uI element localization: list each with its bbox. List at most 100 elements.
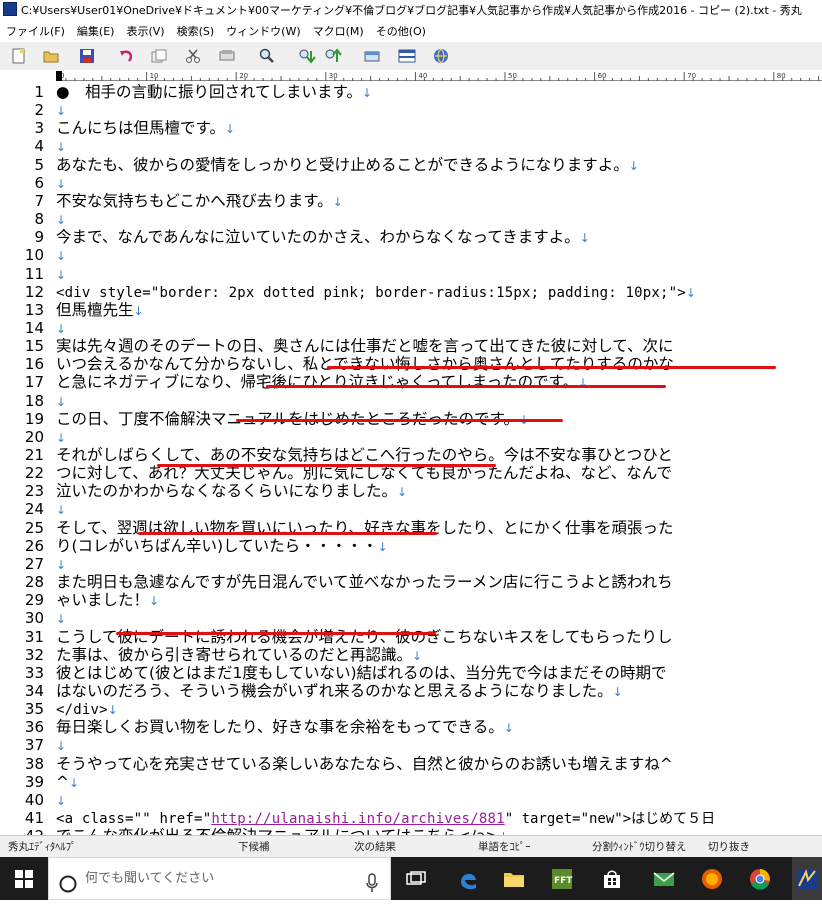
editor-line[interactable]: た事は、彼から引き寄せられているのだと再認識。↓ — [56, 646, 422, 664]
editor-line[interactable]: ↓ — [56, 609, 66, 627]
editor-line[interactable]: ↓ — [56, 101, 66, 119]
line-text: こんにちは但馬檀です。 — [56, 119, 225, 138]
taskbar-search-input[interactable]: 何でも聞いてください — [48, 857, 391, 900]
editor-line[interactable]: 実は先々週のそのデートの日、奥さんには仕事だと嘘を言って出てきた彼に対して、次に — [56, 337, 674, 355]
editor-line[interactable]: ↓ — [56, 210, 66, 228]
menu-window[interactable]: ウィンドウ(W) — [220, 22, 306, 42]
editor-line[interactable]: ↓ — [56, 265, 66, 283]
status-cut[interactable]: 切り抜き — [708, 836, 750, 858]
menu-edit[interactable]: 編集(E) — [71, 22, 121, 42]
line-text: り(コレがいちばん辛い)していたら・・・・・ — [56, 536, 378, 555]
ruler-label: 30 — [329, 72, 338, 80]
cortana-circle-icon — [59, 869, 77, 910]
menu-search[interactable]: 検索(S) — [171, 22, 221, 42]
editor-line[interactable]: それがしばらくして、あの不安な気持ちはどこへ行ったのやら。今は不安な事ひとつひと — [56, 446, 673, 464]
hidemaru-app-icon — [3, 2, 17, 16]
hyperlink[interactable]: http://ulanaishi.info/archives/881 — [211, 811, 504, 827]
status-split-window[interactable]: 分割ｳｨﾝﾄﾞｳ切り替え — [592, 836, 687, 858]
cut-icon[interactable] — [184, 47, 202, 65]
hidemaru-taskbar-icon[interactable] — [792, 857, 822, 900]
file-explorer-icon[interactable] — [500, 865, 528, 893]
search-next-icon[interactable] — [324, 47, 342, 65]
cursor-column-marker — [56, 71, 62, 81]
microphone-icon[interactable] — [366, 869, 378, 910]
editor-line[interactable]: また明日も急遽なんですが先日混んでいて並べなかったラーメン店に行こうよと誘われち — [56, 573, 673, 591]
menu-macro[interactable]: マクロ(M) — [307, 22, 370, 42]
editor-line[interactable]: そうやって心を充実させている楽しいあなたなら、自然と彼からのお誘いも増えますね^ — [56, 755, 673, 773]
editor-line[interactable]: ↓ — [56, 555, 66, 573]
open-folder-icon[interactable] — [42, 47, 60, 65]
status-next-candidate[interactable]: 下候補 — [238, 836, 270, 858]
editor-line[interactable]: 但馬檀先生↓ — [56, 301, 144, 319]
editor-line[interactable]: </div>↓ — [56, 700, 118, 718]
editor-line[interactable]: ^↓ — [56, 773, 79, 791]
paste-icon[interactable] — [218, 47, 236, 65]
editor-line[interactable]: いつ会えるかなんて分からないし、私とできない悔しさから奥さんとしてたりするのかな — [56, 355, 674, 373]
line-break-icon: ↓ — [503, 721, 514, 736]
line-number: 15 — [24, 337, 44, 356]
edge-browser-icon[interactable] — [454, 865, 482, 893]
editor-line[interactable]: ↓ — [56, 392, 66, 410]
editor-line[interactable]: はないのだろう、そういう機会がいずれ来るのかなと思えるようになりました。↓ — [56, 682, 623, 700]
menu-file[interactable]: ファイル(F) — [0, 22, 71, 42]
editor-line[interactable]: ● 相手の言動に振り回されてしまいます。↓ — [56, 83, 372, 101]
status-next-result[interactable]: 次の結果 — [354, 836, 396, 858]
editor-line[interactable]: ゃいました！↓ — [56, 591, 159, 609]
editor-line[interactable]: ↓ — [56, 428, 66, 446]
line-number: 11 — [24, 264, 44, 283]
status-copy-word[interactable]: 単語をｺﾋﾟｰ — [478, 836, 531, 858]
ftp-client-icon[interactable]: FFTP — [548, 865, 576, 893]
editor-line[interactable]: でこんな変化が出る不倫解決マニュアルについてはこちら</a>↓ — [56, 827, 509, 835]
save-icon[interactable] — [78, 47, 96, 65]
line-number: 16 — [24, 355, 44, 374]
line-break-icon: ↓ — [56, 557, 67, 572]
editor-line[interactable]: ↓ — [56, 246, 66, 264]
line-number: 6 — [34, 173, 44, 192]
editor-line[interactable]: ↓ — [56, 137, 66, 155]
editor-line[interactable]: 不安な気持ちもどこかへ飛び去ります。↓ — [56, 192, 343, 210]
web-browser-icon[interactable] — [432, 47, 450, 65]
line-text: 泣いたのかわからなくなるくらいになりました。 — [56, 482, 398, 501]
red-underline-annotation — [116, 632, 436, 635]
text-editor[interactable]: ● 相手の言動に振り回されてしまいます。↓ ↓ こんにちは但馬檀です。↓ ↓ あなたも、… — [56, 82, 822, 835]
editor-line[interactable]: ↓ — [56, 174, 66, 192]
editor-line[interactable]: あなたも、彼からの愛情をしっかりと受け止めることができるようになりますよ。↓ — [56, 156, 639, 174]
editor-line[interactable]: 毎日楽しくお買い物をしたり、好きな事を余裕をもってできる。↓ — [56, 718, 514, 736]
editor-line[interactable]: 彼とはじめて(彼とはまだ1度もしていない)結ばれるのは、当分先で今はまだその時期… — [56, 664, 667, 682]
firefox-icon[interactable] — [698, 865, 726, 893]
line-number: 10 — [24, 246, 44, 265]
chrome-icon[interactable] — [746, 865, 774, 893]
status-help[interactable]: 秀丸ｴﾃﾞｨﾀﾍﾙﾌﾟ — [8, 836, 76, 858]
copy-icon[interactable] — [150, 47, 168, 65]
editor-line[interactable]: <div style="border: 2px dotted pink; bor… — [56, 283, 696, 301]
editor-line[interactable]: ↓ — [56, 319, 66, 337]
undo-icon[interactable] — [118, 47, 136, 65]
menu-other[interactable]: その他(O) — [370, 22, 432, 42]
line-text: でこんな変化が出る不倫解決マニュアルについてはこちら</a> — [56, 827, 498, 835]
editor-line[interactable]: <a class="" href="http://ulanaishi.info/… — [56, 809, 715, 827]
editor-line[interactable]: と急にネガティブになり、帰宅後にひとり泣きじゃくってしまったのです。↓ — [56, 373, 588, 391]
window-switch-icon[interactable] — [364, 47, 382, 65]
search-placeholder: 何でも聞いてください — [85, 871, 215, 886]
search-icon[interactable] — [258, 47, 276, 65]
line-break-icon: ↓ — [224, 122, 236, 137]
editor-line[interactable]: 今まで、なんであんなに泣いていたのかさえ、わからなくなってきますよ。↓ — [56, 228, 590, 246]
editor-line[interactable]: ↓ — [56, 791, 66, 809]
search-previous-icon[interactable] — [298, 47, 316, 65]
editor-line[interactable]: こうして彼にデートに誘われる機会が増えたり、彼のぎこちないキスをしてもらったりし — [56, 628, 672, 646]
store-icon[interactable] — [598, 865, 626, 893]
new-file-icon[interactable] — [10, 47, 28, 65]
editor-line[interactable]: 泣いたのかわからなくなるくらいになりました。↓ — [56, 482, 407, 500]
task-view-icon[interactable] — [402, 865, 430, 893]
menu-view[interactable]: 表示(V) — [120, 22, 170, 42]
editor-line[interactable]: り(コレがいちばん辛い)していたら・・・・・↓ — [56, 537, 388, 555]
line-number: 3 — [34, 119, 44, 138]
windows-start-icon[interactable] — [10, 865, 38, 893]
mail-app-icon[interactable] — [650, 865, 678, 893]
svg-text:FFTP: FFTP — [554, 876, 573, 886]
editor-line[interactable]: ↓ — [56, 736, 66, 754]
editor-line[interactable]: こんにちは但馬檀です。↓ — [56, 119, 235, 137]
line-text: <div style="border: 2px dotted pink; bor… — [56, 284, 686, 301]
split-window-icon[interactable] — [398, 47, 416, 65]
editor-line[interactable]: ↓ — [56, 500, 66, 518]
